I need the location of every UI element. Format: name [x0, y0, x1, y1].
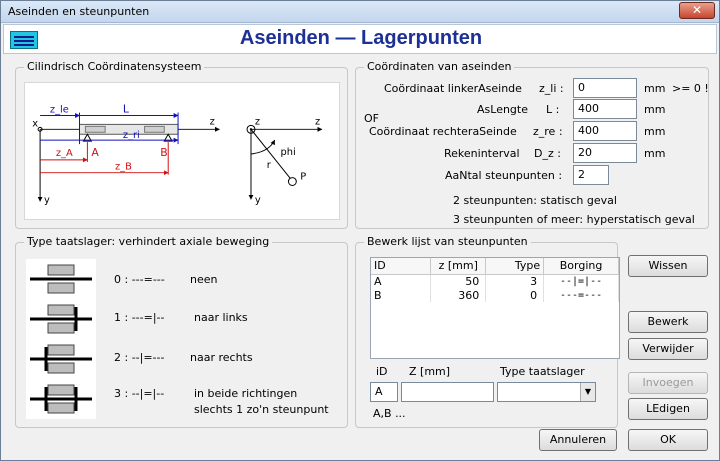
bearing-desc-0: neen: [190, 273, 218, 286]
clear-button[interactable]: Wissen: [628, 255, 708, 277]
label-support-count: AaNtal steunpunten :: [445, 169, 563, 182]
cell-id: B: [371, 288, 432, 302]
right-end-input[interactable]: 400: [573, 121, 637, 141]
close-button[interactable]: ✕: [679, 2, 715, 19]
constraint-note: >= 0 !: [672, 82, 709, 95]
col-borging[interactable]: Borging: [543, 258, 619, 275]
group-title: Type taatslager: verhindert axiale beweg…: [24, 235, 273, 248]
cell-borging: --|=|--: [543, 274, 619, 288]
label-right-end: Coördinaat rechteraSeinde: [369, 125, 517, 138]
table-row[interactable]: A 50 3 --|=|--: [371, 274, 619, 288]
delete-button[interactable]: Verwijder: [628, 338, 708, 360]
z-axis-label: z: [210, 116, 215, 127]
edit-type-select[interactable]: ▼: [497, 382, 596, 402]
svg-text:z: z: [255, 116, 260, 127]
table-row[interactable]: B 360 0 ---=---: [371, 288, 619, 302]
id-hint: A,B ...: [373, 407, 406, 420]
bearing-type-3-icon: [26, 379, 96, 419]
edit-type-label: Type taatslager: [500, 365, 585, 378]
bearing-desc-2: naar rechts: [190, 351, 253, 364]
sym-left-end: z_li :: [539, 82, 564, 95]
b-label: B: [160, 146, 167, 159]
cell-type: 3: [485, 274, 545, 288]
sym-right-end: z_re :: [533, 125, 563, 138]
unit-mm: mm: [644, 125, 666, 138]
length-input[interactable]: 400: [573, 99, 637, 119]
support-count-input[interactable]: 2: [573, 165, 609, 185]
cell-z: 50: [430, 274, 487, 288]
zri-label: z_ri: [123, 130, 140, 141]
bearing-desc-3-note: slechts 1 zo'n steunpunt: [194, 403, 329, 416]
svg-text:y: y: [255, 195, 261, 206]
or-label: OF: [364, 112, 379, 125]
coordinate-system-group: Cilindrisch Coördinatensysteem x z y z_l…: [15, 60, 348, 229]
insert-button[interactable]: Invoegen: [628, 372, 708, 394]
interval-input[interactable]: 20: [573, 143, 637, 163]
x-axis-label: x: [32, 118, 38, 129]
zle-label: z_le: [50, 105, 69, 116]
edit-id-input[interactable]: A: [370, 382, 398, 402]
dialog-window: Aseinden en steunpunten ✕ Aseinden — Lag…: [0, 0, 720, 461]
info-static: 2 steunpunten: statisch geval: [453, 194, 617, 207]
group-title: Coördinaten van aseinden: [364, 60, 515, 73]
edit-button[interactable]: Bewerk: [628, 311, 708, 333]
coordinates-group: Coördinaten van aseinden Coördinaat link…: [355, 60, 709, 229]
bearing-code-2: 2 : --|=---: [114, 351, 165, 364]
label-length: AsLengte: [477, 103, 528, 116]
svg-text:z: z: [315, 116, 320, 127]
label-left-end: Coördinaat linkerAseinde: [384, 82, 522, 95]
a-label: A: [91, 146, 99, 159]
edit-z-input[interactable]: [401, 382, 494, 402]
window-title: Aseinden en steunpunten: [8, 5, 150, 18]
cell-z: 360: [430, 288, 487, 302]
bearing-desc-1: naar links: [194, 311, 248, 324]
supports-table[interactable]: ID z [mm] Type Borging A 50 3 --|=|-- B …: [370, 257, 620, 359]
label-interval: Rekeninterval: [444, 147, 520, 160]
p-label: P: [300, 172, 306, 183]
y-axis-label: y: [44, 195, 50, 206]
cell-borging: ---=---: [543, 288, 619, 302]
bearing-type-0-icon: [26, 259, 96, 299]
edit-id-label: iD: [376, 365, 388, 378]
cancel-button[interactable]: Annuleren: [539, 429, 617, 451]
cell-type: 0: [485, 288, 545, 302]
ok-button[interactable]: OK: [628, 429, 708, 451]
bearing-desc-3: in beide richtingen: [194, 387, 298, 400]
col-type[interactable]: Type: [485, 258, 545, 275]
title-bar[interactable]: Aseinden en steunpunten ✕: [1, 1, 719, 23]
col-z[interactable]: z [mm]: [430, 258, 487, 275]
group-title: Bewerk lijst van steunpunten: [364, 235, 531, 248]
sym-length: L :: [546, 103, 560, 116]
phi-label: phi: [281, 147, 296, 158]
phi-arc: [250, 139, 276, 155]
point-p: [287, 177, 297, 186]
col-id[interactable]: ID: [371, 258, 432, 275]
unit-mm: mm: [644, 147, 666, 160]
r-label: r: [267, 160, 272, 171]
unit-mm: mm: [644, 103, 666, 116]
coordinate-diagram: x z y z_le L z_ri z_A z_B A B z z y phi …: [24, 82, 340, 220]
cell-id: A: [371, 274, 432, 288]
unit-mm: mm: [644, 82, 666, 95]
group-title: Cilindrisch Coördinatensysteem: [24, 60, 205, 73]
bearing-code-0: 0 : ---=---: [114, 273, 165, 286]
bearing-type-group: Type taatslager: verhindert axiale beweg…: [15, 235, 348, 428]
za-label: z_A: [56, 148, 73, 159]
sym-interval: D_z :: [534, 147, 561, 160]
info-hyperstatic: 3 steunpunten of meer: hyperstatisch gev…: [453, 213, 695, 226]
bearing-type-1-icon: [26, 299, 96, 339]
left-end-input[interactable]: 0: [573, 78, 637, 98]
chevron-down-icon[interactable]: ▼: [580, 383, 595, 401]
bearing-code-1: 1 : ---=|--: [114, 311, 165, 324]
edit-z-label: Z [mm]: [409, 365, 451, 378]
zb-label: z_B: [115, 162, 132, 173]
empty-button[interactable]: LEdigen: [628, 398, 708, 420]
bearing-code-3: 3 : --|=|--: [114, 387, 165, 400]
header-banner: Aseinden — Lagerpunten: [3, 24, 717, 54]
length-label: L: [123, 103, 129, 116]
bearing-type-2-icon: [26, 339, 96, 379]
page-title: Aseinden — Lagerpunten: [239, 27, 483, 49]
